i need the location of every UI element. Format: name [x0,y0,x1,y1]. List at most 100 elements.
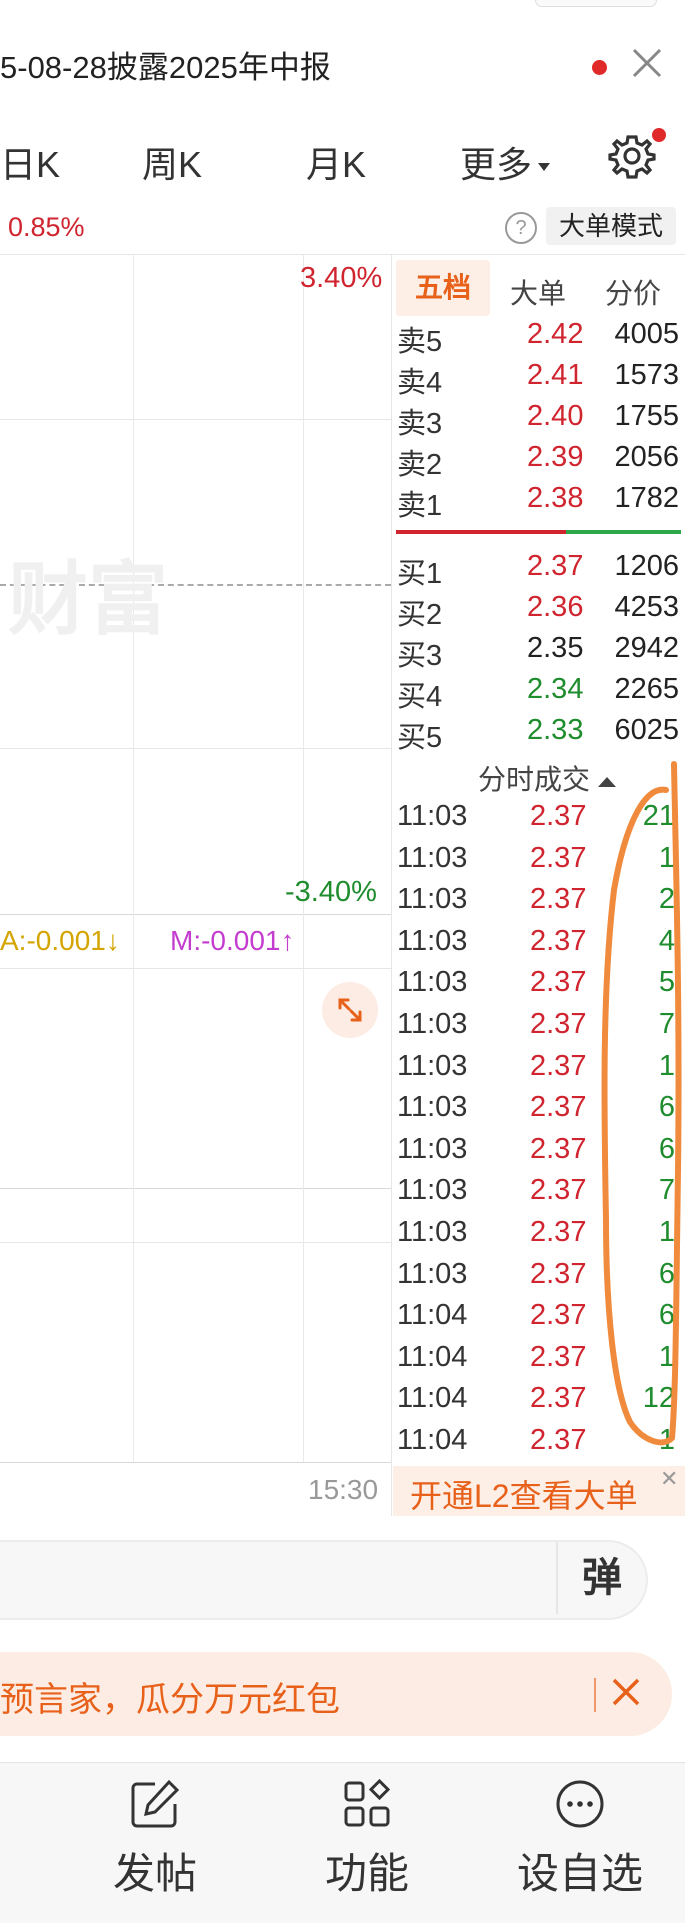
sell-level-row[interactable]: 卖3 2.40 1755 [397,400,683,441]
buy-level-volume: 1206 [614,550,679,582]
buy-level-row[interactable]: 买1 2.37 1206 [397,550,683,591]
trade-price: 2.37 [530,800,587,832]
buy-level-volume: 2265 [614,673,679,705]
hand-drawn-annotation [601,761,682,1446]
sell-level-price: 2.40 [527,400,584,432]
pct-low-label: -3.40% [285,876,377,908]
period-tabs: 日K 周K 月K 更多 [0,112,685,201]
grid-vline [133,254,134,1462]
trade-time: 11:03 [397,1008,468,1040]
big-order-mode-button[interactable]: 大单模式 [546,207,676,245]
buy-level-row[interactable]: 买4 2.34 2265 [397,673,683,714]
sell-level-row[interactable]: 卖5 2.42 4005 [397,318,683,359]
caret-down-icon [538,163,551,172]
tab-monthly-k[interactable]: 月K [306,136,366,188]
sell-level-price: 2.39 [527,441,584,473]
trade-price: 2.37 [530,1258,587,1290]
sell-level-price: 2.41 [527,359,584,391]
tab-daily-k[interactable]: 日K [0,136,60,188]
trade-time: 11:03 [397,883,468,915]
add-watchlist-button[interactable]: 设自选 [505,1770,655,1910]
grid-vline [303,254,304,1462]
trade-price: 2.37 [530,1008,587,1040]
close-icon[interactable]: ✕ [660,1466,678,1492]
tab-more[interactable]: 更多 [460,136,551,188]
trade-price: 2.37 [530,966,587,998]
danmu-toggle-button[interactable]: 弹 [556,1542,646,1614]
chart-divider [0,1188,391,1189]
expand-button[interactable] [322,982,378,1038]
promo-divider [594,1678,596,1712]
buy-level-label: 买5 [397,722,443,754]
tab-more-label: 更多 [460,144,533,185]
expand-icon [338,998,362,1022]
chart-divider [0,1462,391,1463]
tab-five-levels[interactable]: 五档 [396,260,490,316]
trade-time: 11:03 [397,1050,468,1082]
tab-price-distribution[interactable]: 分价 [605,272,661,312]
trade-time: 11:04 [397,1299,468,1331]
trade-price: 2.37 [530,1216,587,1248]
close-icon[interactable] [606,1672,646,1712]
sell-level-volume: 1782 [614,482,679,514]
sell-level-price: 2.38 [527,482,584,514]
grid-line [0,1242,391,1243]
grid-line [0,968,391,969]
sell-strength-bar [396,530,566,534]
trade-price: 2.37 [530,1424,587,1456]
trade-price: 2.37 [530,883,587,915]
notice-title[interactable]: 5-08-28披露2025年中报 [0,42,331,87]
help-icon[interactable]: ? [505,212,537,244]
trade-time: 11:04 [397,1341,468,1373]
comment-input[interactable] [0,1540,648,1620]
sell-level-label: 卖1 [397,490,443,522]
sell-level-row[interactable]: 卖1 2.38 1782 [397,482,683,523]
buy-level-row[interactable]: 买3 2.35 2942 [397,632,683,673]
buy-level-price: 2.37 [527,550,584,582]
edit-icon [131,1779,180,1828]
tab-big-orders[interactable]: 大单 [510,272,566,312]
trade-price: 2.37 [530,1382,587,1414]
trade-price: 2.37 [530,1299,587,1331]
grid-line [0,748,391,749]
promo-text[interactable]: 预言家，瓜分万元红包 [0,1672,340,1721]
sell-level-row[interactable]: 卖2 2.39 2056 [397,441,683,482]
buy-level-label: 买3 [397,640,443,672]
buy-level-volume: 2942 [614,632,679,664]
tab-weekly-k[interactable]: 周K [142,136,202,188]
buy-level-row[interactable]: 买2 2.36 4253 [397,591,683,632]
top-handle [535,0,657,7]
sell-level-volume: 1755 [614,400,679,432]
trade-time: 11:04 [397,1382,468,1414]
trade-time: 11:03 [397,925,468,957]
close-icon[interactable] [628,44,666,82]
nav-label-watchlist: 设自选 [516,1850,643,1897]
trade-price: 2.37 [530,1133,587,1165]
sell-level-volume: 2056 [614,441,679,473]
trade-price: 2.37 [530,1091,587,1123]
trade-time: 11:03 [397,1174,468,1206]
buy-level-row[interactable]: 买5 2.33 6025 [397,714,683,755]
function-button[interactable]: 功能 [292,1770,442,1910]
trade-time: 11:03 [397,1133,468,1165]
sell-level-volume: 4005 [614,318,679,350]
grid-icon [344,1778,391,1827]
buy-level-volume: 6025 [614,714,679,746]
post-button[interactable]: 发帖 [80,1770,230,1910]
trade-time: 11:03 [397,800,468,832]
gear-icon[interactable] [608,132,656,180]
buy-level-volume: 4253 [614,591,679,623]
l2-banner-text[interactable]: 开通L2查看大单 [410,1471,638,1517]
sell-level-label: 卖4 [397,367,443,399]
trade-time: 11:03 [397,966,468,998]
sell-level-label: 卖5 [397,326,443,358]
nav-label-function: 功能 [324,1850,409,1897]
trade-time: 11:03 [397,1216,468,1248]
trade-price: 2.37 [530,1050,587,1082]
sell-level-volume: 1573 [614,359,679,391]
change-percent: 0.85% [8,212,85,242]
trade-time: 11:03 [397,1091,468,1123]
sell-level-price: 2.42 [527,318,584,350]
sell-level-row[interactable]: 卖4 2.41 1573 [397,359,683,400]
trade-time: 11:03 [397,1258,468,1290]
